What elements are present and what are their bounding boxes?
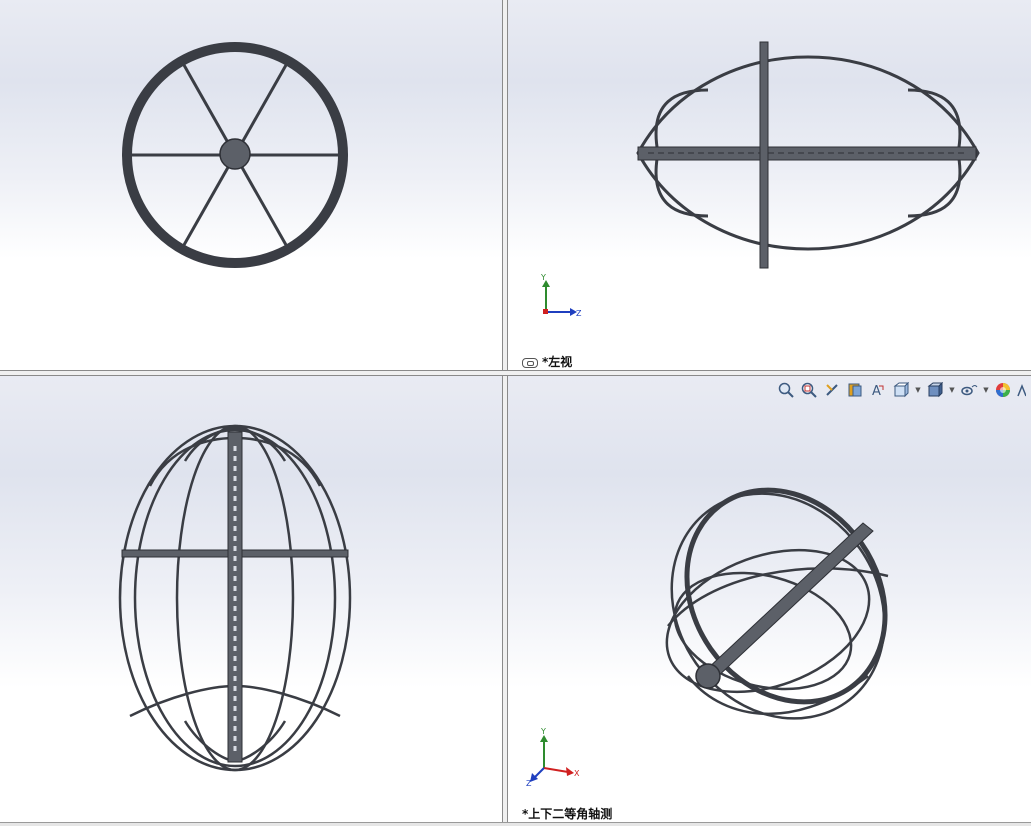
display-style-icon[interactable]	[925, 380, 945, 400]
view-label-text-dimetric: *上下二等角轴测	[522, 807, 613, 821]
coordinate-triad-dimetric: Y X Z	[526, 727, 580, 788]
viewport-dimetric[interactable]: Y X Z *上下二等角轴测	[508, 376, 1031, 822]
view-orientation-icon[interactable]	[891, 380, 911, 400]
coordinate-triad: Y Z	[540, 273, 582, 318]
hide-show-items-icon[interactable]	[959, 380, 979, 400]
section-view-icon[interactable]	[845, 380, 865, 400]
view-name-left: *左视	[522, 353, 572, 370]
model-front-view	[122, 42, 348, 268]
triad-y-label: Y	[540, 273, 546, 282]
triad-y-label-dim: Y	[540, 727, 546, 736]
hide-show-dropdown-icon[interactable]: ▼	[982, 380, 990, 400]
horizontal-splitter[interactable]	[0, 370, 1031, 376]
view-label-text: *左视	[542, 355, 573, 369]
view-orientation-dropdown-icon[interactable]: ▼	[914, 380, 922, 400]
viewport-top-view[interactable]	[0, 376, 502, 822]
link-view-icon[interactable]	[522, 357, 538, 368]
model-top-view	[118, 424, 352, 772]
display-style-dropdown-icon[interactable]: ▼	[948, 380, 956, 400]
vertical-splitter[interactable]	[502, 0, 508, 826]
bottom-border	[0, 822, 1031, 826]
zoom-to-area-icon[interactable]	[799, 380, 819, 400]
heads-up-view-toolbar: A ▼ ▼ ▼	[776, 380, 1026, 400]
model-dimetric-view: Y X Z	[526, 487, 889, 788]
edit-appearance-icon[interactable]	[993, 380, 1013, 400]
viewport-front[interactable]	[0, 0, 502, 370]
triad-z-label: Z	[576, 309, 582, 318]
apply-scene-icon[interactable]	[1016, 380, 1026, 400]
previous-view-icon[interactable]	[822, 380, 842, 400]
view-name-dimetric: *上下二等角轴测	[522, 805, 612, 822]
model-left-view: Y Z	[540, 41, 980, 318]
triad-z-label-dim: Z	[526, 779, 532, 788]
dynamic-annotation-icon[interactable]: A	[868, 380, 888, 400]
triad-x-label-dim: X	[574, 769, 580, 778]
viewport-left-view[interactable]: Y Z *左视	[508, 0, 1031, 370]
zoom-to-fit-icon[interactable]	[776, 380, 796, 400]
